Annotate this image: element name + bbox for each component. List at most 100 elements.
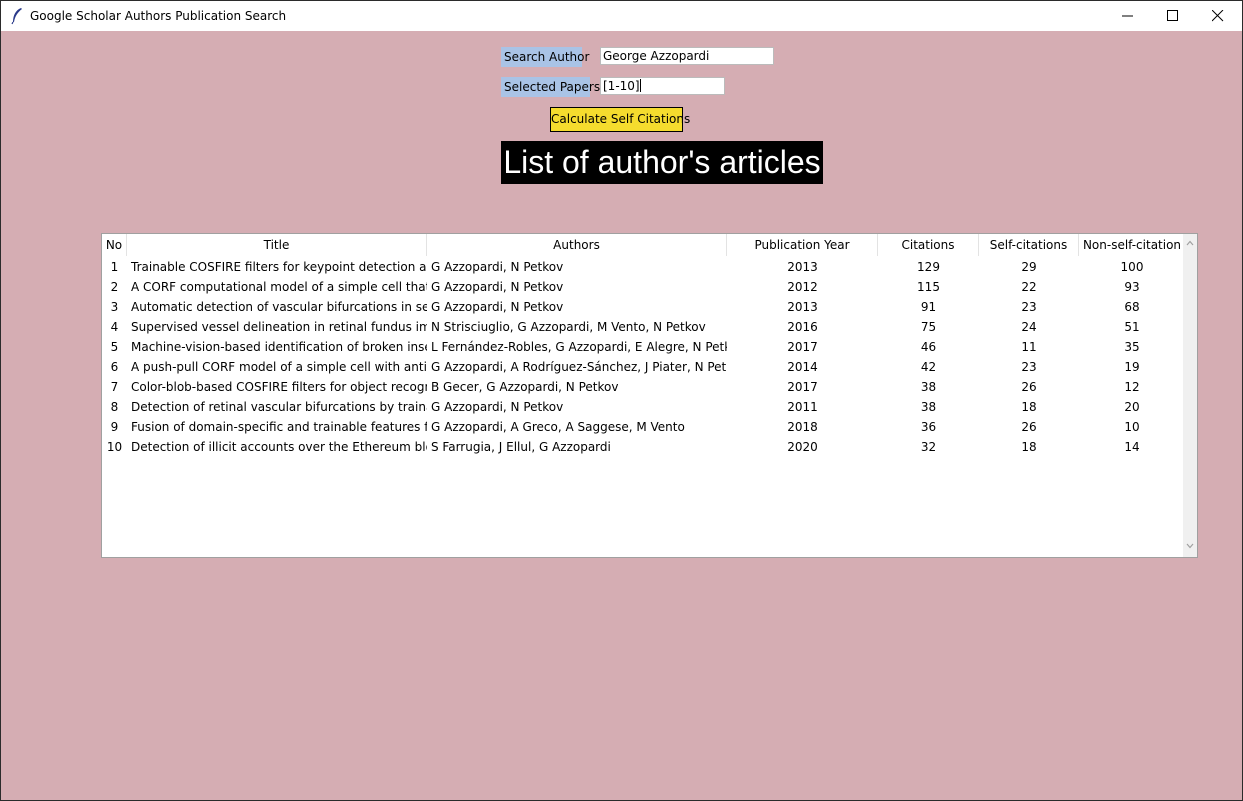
cell-no: 7	[110, 380, 119, 394]
selected-papers-input[interactable]: [1-10]	[600, 77, 725, 95]
cell-publication-year: 2013	[787, 260, 818, 274]
cell-publication-year: 2014	[787, 360, 818, 374]
cell-no: 4	[110, 320, 119, 334]
scroll-up-icon[interactable]	[1186, 240, 1194, 246]
table-row[interactable]: 9 Fusion of domain-specific and trainable…	[102, 417, 1185, 437]
page-heading: List of author's articles	[501, 141, 823, 184]
app-window: Google Scholar Authors Publication Searc…	[0, 0, 1243, 801]
cell-citations: 32	[920, 440, 937, 454]
column-header-publication-year[interactable]: Publication Year	[727, 234, 878, 256]
table-row[interactable]: 1 Trainable COSFIRE filters for keypoint …	[102, 257, 1185, 277]
cell-non-self-citations: 14	[1124, 440, 1140, 454]
minimize-icon	[1122, 15, 1133, 17]
feather-icon	[10, 7, 24, 25]
cell-citations: 115	[917, 280, 940, 294]
cell-title: A CORF computational model of a simple c…	[131, 280, 427, 294]
column-header-authors[interactable]: Authors	[427, 234, 727, 256]
table-row[interactable]: 8 Detection of retinal vascular bifurcati…	[102, 397, 1185, 417]
cell-publication-year: 2016	[787, 320, 818, 334]
title-bar: Google Scholar Authors Publication Searc…	[1, 1, 1242, 31]
cell-self-citations: 11	[1021, 340, 1037, 354]
cell-non-self-citations: 12	[1124, 380, 1140, 394]
window-title: Google Scholar Authors Publication Searc…	[30, 9, 287, 23]
cell-title: Detection of illicit accounts over the E…	[131, 440, 427, 454]
cell-authors: G Azzopardi, N Petkov	[431, 400, 564, 414]
cell-authors: G Azzopardi, A Rodríguez-Sánchez, J Piat…	[431, 360, 727, 374]
maximize-button[interactable]	[1151, 1, 1196, 31]
table-header: No Title Authors Publication Year Citati…	[102, 234, 1185, 256]
cell-self-citations: 24	[1021, 320, 1037, 334]
cell-no: 5	[110, 340, 119, 354]
cell-publication-year: 2017	[787, 340, 818, 354]
table-row[interactable]: 3 Automatic detection of vascular bifurca…	[102, 297, 1185, 317]
cell-authors: G Azzopardi, N Petkov	[431, 300, 564, 314]
cell-citations: 46	[920, 340, 937, 354]
maximize-icon	[1167, 10, 1178, 21]
cell-citations: 91	[920, 300, 937, 314]
cell-publication-year: 2013	[787, 300, 818, 314]
table-row[interactable]: 6 A push-pull CORF model of a simple cell…	[102, 357, 1185, 377]
cell-no: 2	[110, 280, 119, 294]
text-caret	[639, 79, 641, 92]
cell-self-citations: 23	[1021, 300, 1037, 314]
calculate-self-citations-button[interactable]: Calculate Self Citations	[550, 107, 690, 132]
vertical-scrollbar[interactable]	[1183, 234, 1197, 557]
column-header-title[interactable]: Title	[127, 234, 427, 256]
cell-self-citations: 23	[1021, 360, 1037, 374]
minimize-button[interactable]	[1106, 1, 1151, 31]
cell-no: 8	[110, 400, 119, 414]
cell-non-self-citations: 20	[1124, 400, 1140, 414]
cell-self-citations: 26	[1021, 380, 1037, 394]
cell-publication-year: 2018	[787, 420, 818, 434]
search-author-label: Search Author	[501, 47, 589, 67]
cell-non-self-citations: 35	[1124, 340, 1140, 354]
cell-non-self-citations: 51	[1124, 320, 1140, 334]
scroll-down-icon[interactable]	[1186, 543, 1194, 549]
cell-publication-year: 2011	[787, 400, 818, 414]
cell-non-self-citations: 93	[1124, 280, 1140, 294]
cell-citations: 38	[920, 380, 937, 394]
cell-self-citations: 18	[1021, 400, 1037, 414]
cell-non-self-citations: 100	[1120, 260, 1144, 274]
cell-self-citations: 26	[1021, 420, 1037, 434]
cell-citations: 75	[920, 320, 937, 334]
cell-authors: G Azzopardi, A Greco, A Saggese, M Vento	[431, 420, 685, 434]
close-button[interactable]	[1196, 1, 1241, 31]
table-row[interactable]: 4 Supervised vessel delineation in retina…	[102, 317, 1185, 337]
articles-table[interactable]: No Title Authors Publication Year Citati…	[101, 233, 1198, 558]
cell-no: 1	[110, 260, 119, 274]
table-row[interactable]: 10 Detection of illicit accounts over the…	[102, 437, 1185, 457]
cell-self-citations: 22	[1021, 280, 1037, 294]
cell-no: 3	[110, 300, 119, 314]
column-header-citations[interactable]: Citations	[878, 234, 979, 256]
table-row[interactable]: 7 Color-blob-based COSFIRE filters for ob…	[102, 377, 1185, 397]
cell-authors: N Strisciuglio, G Azzopardi, M Vento, N …	[431, 320, 706, 334]
cell-publication-year: 2020	[787, 440, 818, 454]
close-icon	[1212, 10, 1224, 22]
cell-title: Detection of retinal vascular bifurcatio…	[131, 400, 427, 414]
cell-citations: 36	[920, 420, 937, 434]
search-author-input[interactable]: George Azzopardi	[600, 47, 774, 65]
cell-title: Supervised vessel delineation in retinal…	[131, 320, 427, 334]
cell-authors: G Azzopardi, N Petkov	[431, 280, 564, 294]
cell-title: Color-blob-based COSFIRE filters for obj…	[131, 380, 427, 394]
table-row[interactable]: 2 A CORF computational model of a simple …	[102, 277, 1185, 297]
cell-citations: 129	[917, 260, 940, 274]
cell-authors: S Farrugia, J Ellul, G Azzopardi	[431, 440, 611, 454]
column-header-non-self-citations[interactable]: Non-self-citation	[1079, 234, 1185, 256]
cell-title: A push-pull CORF model of a simple cell …	[131, 360, 427, 374]
cell-publication-year: 2017	[787, 380, 818, 394]
selected-papers-value: [1-10]	[603, 79, 640, 93]
column-header-self-citations[interactable]: Self-citations	[979, 234, 1079, 256]
cell-authors: G Azzopardi, N Petkov	[431, 260, 564, 274]
column-header-no[interactable]: No	[102, 234, 127, 256]
cell-non-self-citations: 19	[1124, 360, 1140, 374]
cell-authors: L Fernández-Robles, G Azzopardi, E Alegr…	[431, 340, 727, 354]
selected-papers-label: Selected Papers	[501, 77, 600, 97]
table-row[interactable]: 5 Machine-vision-based identification of …	[102, 337, 1185, 357]
cell-self-citations: 18	[1021, 440, 1037, 454]
cell-non-self-citations: 68	[1124, 300, 1140, 314]
cell-no: 6	[110, 360, 119, 374]
cell-citations: 42	[920, 360, 937, 374]
cell-no: 9	[110, 420, 119, 434]
